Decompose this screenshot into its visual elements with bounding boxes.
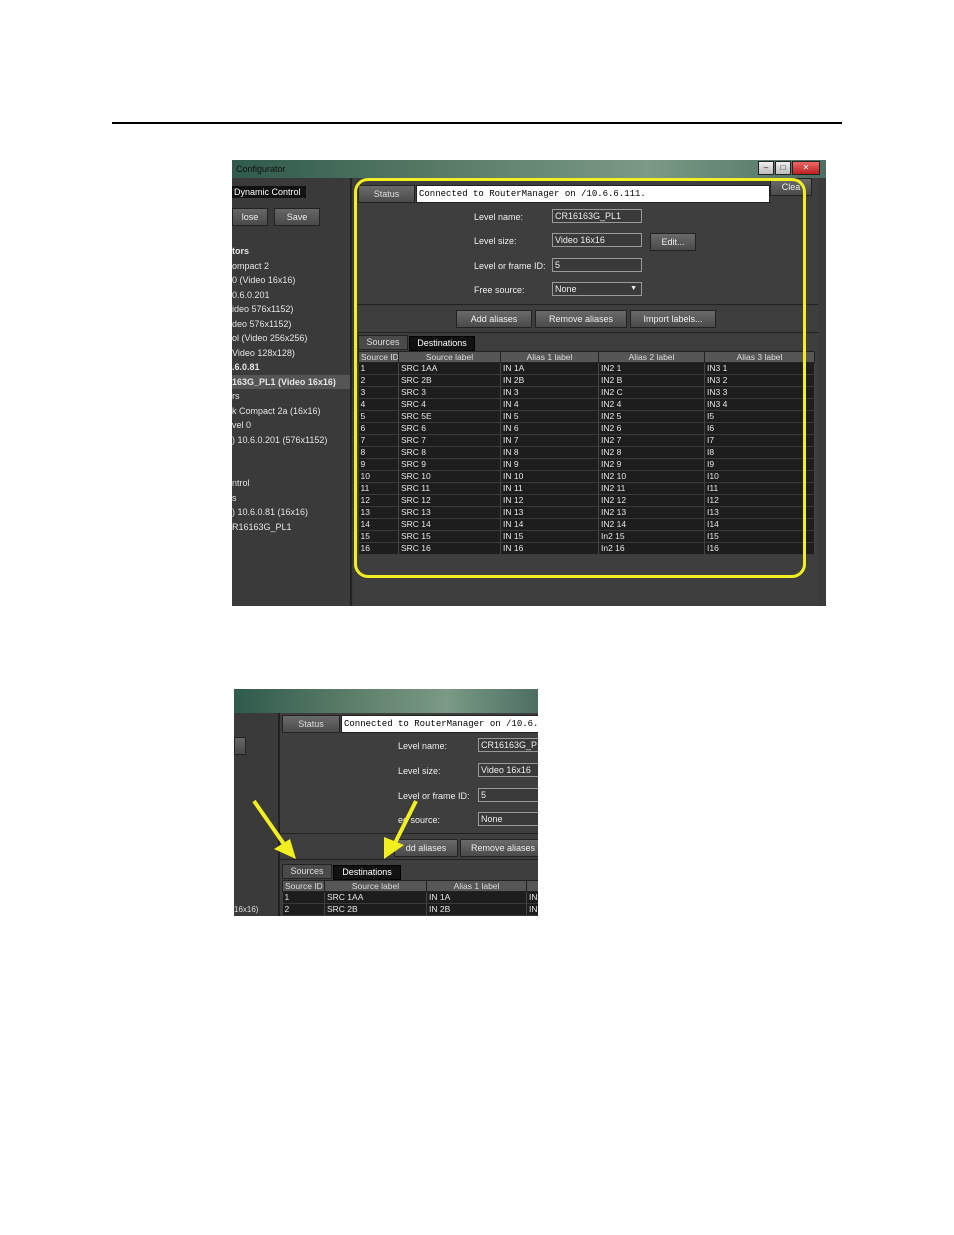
table-row[interactable]: 1 SRC 1AA IN 1A IN (282, 891, 538, 904)
table-cell[interactable]: SRC 2B (324, 903, 427, 916)
tree-item[interactable] (232, 447, 350, 462)
minimize-icon[interactable]: – (758, 161, 774, 175)
sources-table: Source ID Source label Alias 1 label 1 SR… (282, 880, 538, 916)
tab-destinations[interactable]: Destinations (333, 865, 401, 880)
level-name-label: Level name: (398, 741, 448, 751)
tree-item[interactable]: ideo 576x1152) (232, 302, 350, 317)
window-titlebar: Configurator – □ ✕ (232, 160, 826, 178)
tree-item[interactable]: 0.6.0.201 (232, 288, 350, 303)
level-size-field: Video 16x16 (478, 763, 538, 777)
column-header[interactable]: Alias 1 label (426, 880, 527, 892)
table-cell[interactable]: SRC 1AA (324, 891, 427, 904)
status-label: Status (282, 715, 340, 733)
maximize-icon[interactable]: □ (775, 161, 791, 175)
close-button[interactable]: lose (232, 208, 268, 226)
column-header[interactable] (526, 880, 538, 892)
tree-item[interactable]: ntrol (232, 476, 350, 491)
tree-item[interactable]: ol (Video 256x256) (232, 331, 350, 346)
tree-item[interactable]: 0 (Video 16x16) (232, 273, 350, 288)
tree-item[interactable]: k Compact 2a (16x16) (232, 404, 350, 419)
level-size-label: Level size: (398, 766, 441, 776)
close-button[interactable] (234, 737, 246, 755)
level-id-input[interactable]: 5 (478, 788, 538, 802)
window-title: Configurator (236, 164, 286, 174)
table-cell[interactable]: IN (526, 903, 538, 916)
tree-item[interactable]: s (232, 491, 350, 506)
tree-item[interactable]: R16163G_PL1 (232, 520, 350, 535)
tree-item[interactable]: rs (232, 389, 350, 404)
table-row[interactable]: 2 SRC 2B IN 2B IN (282, 903, 538, 916)
navigation-panel: Dynamic Control lose Save tors ompact 20 … (232, 178, 352, 606)
header-rule (112, 122, 842, 124)
close-icon[interactable]: ✕ (792, 161, 820, 175)
tree-item[interactable]: deo 576x1152) (232, 317, 350, 332)
dynamic-control-tab[interactable]: Dynamic Control (232, 186, 306, 198)
free-source-select[interactable]: None (478, 812, 538, 826)
tree-item[interactable]: ) 10.6.0.201 (576x1152) (232, 433, 350, 448)
tree-item[interactable]: ompact 2 (232, 259, 350, 274)
table-cell[interactable]: 1 (282, 891, 325, 904)
tree-item[interactable]: vel 0 (232, 418, 350, 433)
tree-item[interactable]: Video 128x128) (232, 346, 350, 361)
navigation-tree: tors ompact 20 (Video 16x16) 0.6.0.201 ideo… (232, 244, 350, 534)
table-cell[interactable]: 2 (282, 903, 325, 916)
arrow-to-sources-tab (252, 799, 296, 859)
column-header[interactable]: Source label (324, 880, 427, 892)
table-cell[interactable]: IN 1A (426, 891, 527, 904)
tab-sources[interactable]: Sources (282, 864, 332, 879)
configurator-screenshot: Configurator – □ ✕ Dynamic Control lose … (232, 160, 826, 606)
tree-item[interactable]: .6.0.81 (232, 360, 350, 375)
tree-item[interactable] (232, 462, 350, 477)
tree-item[interactable]: 163G_PL1 (Video 16x16) (232, 374, 350, 389)
tree-item[interactable]: ) 10.6.0.81 (16x16) (232, 505, 350, 520)
table-cell[interactable]: IN (526, 891, 538, 904)
highlight-box (354, 178, 806, 578)
column-header[interactable]: Source ID (282, 880, 325, 892)
window-titlebar (234, 689, 538, 713)
level-name-input[interactable]: CR16163G_P (478, 738, 538, 752)
table-cell[interactable]: IN 2B (426, 903, 527, 916)
status-field: Connected to RouterManager on /10.6.6 (341, 715, 538, 733)
tree-item[interactable]: tors (232, 244, 350, 259)
arrow-to-destinations-tab (384, 800, 418, 859)
remove-aliases-button[interactable]: Remove aliases (460, 839, 538, 857)
tree-item-fragment: 16x16) (234, 905, 259, 914)
save-button[interactable]: Save (274, 208, 320, 226)
